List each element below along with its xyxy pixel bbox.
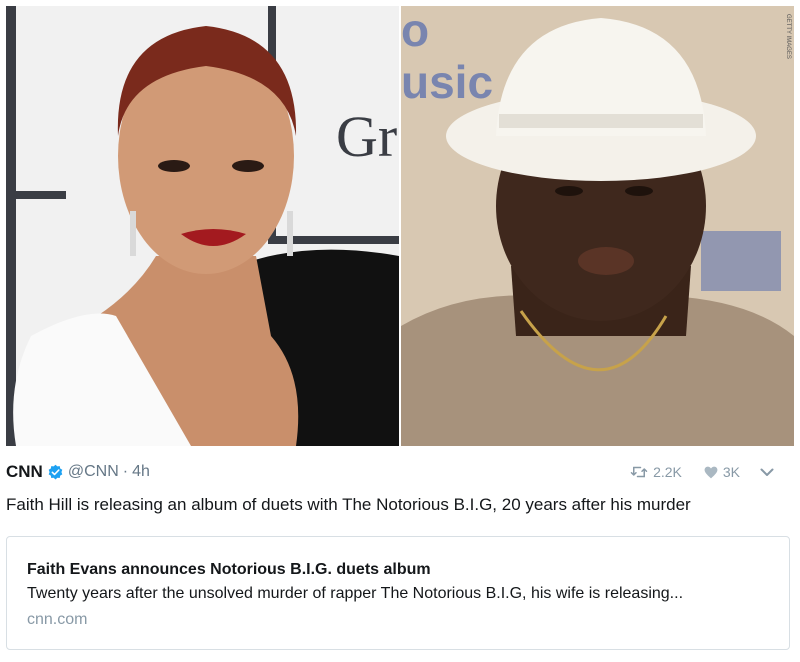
author-handle[interactable]: @CNN bbox=[68, 463, 119, 481]
card-domain: cnn.com bbox=[27, 611, 88, 628]
tweet-timestamp[interactable]: 4h bbox=[132, 463, 150, 481]
author-name[interactable]: CNN bbox=[6, 462, 43, 482]
card-title: Faith Evans announces Notorious B.I.G. d… bbox=[27, 561, 431, 578]
heart-icon bbox=[704, 466, 718, 478]
photo-notorious-big[interactable]: o usic sic GETTY IMAGES bbox=[401, 6, 794, 446]
retweet-button[interactable]: 2.2K bbox=[630, 464, 682, 480]
photo-credit: GETTY IMAGES bbox=[785, 14, 791, 59]
separator-dot: · bbox=[122, 463, 129, 480]
photo-faith-evans-illustration: Gr bbox=[6, 6, 399, 446]
retweet-count: 2.2K bbox=[653, 464, 682, 480]
svg-text:o: o bbox=[401, 6, 429, 56]
photo-notorious-big-illustration: o usic sic GETTY IMAGES bbox=[401, 6, 794, 446]
verified-badge-icon bbox=[47, 464, 64, 481]
chevron-down-icon[interactable] bbox=[760, 468, 774, 477]
like-count: 3K bbox=[722, 464, 740, 480]
retweet-icon bbox=[630, 466, 648, 478]
link-preview-card[interactable]: Faith Evans announces Notorious B.I.G. d… bbox=[6, 536, 790, 650]
like-button[interactable]: 3K bbox=[704, 464, 740, 480]
backdrop-text: Gr bbox=[336, 104, 397, 169]
card-description: Twenty years after the unsolved murder o… bbox=[27, 585, 684, 602]
tweet-actions: 2.2K 3K bbox=[608, 464, 788, 480]
tweet-text: Faith Hill is releasing an album of duet… bbox=[6, 495, 691, 514]
tweet-media[interactable]: Gr o usic sic bbox=[6, 6, 794, 446]
photo-faith-evans[interactable]: Gr bbox=[6, 6, 399, 446]
tweet-header: CNN @CNN · 4h 2.2K 3K bbox=[6, 460, 788, 484]
backdrop-text: usic bbox=[401, 56, 493, 108]
